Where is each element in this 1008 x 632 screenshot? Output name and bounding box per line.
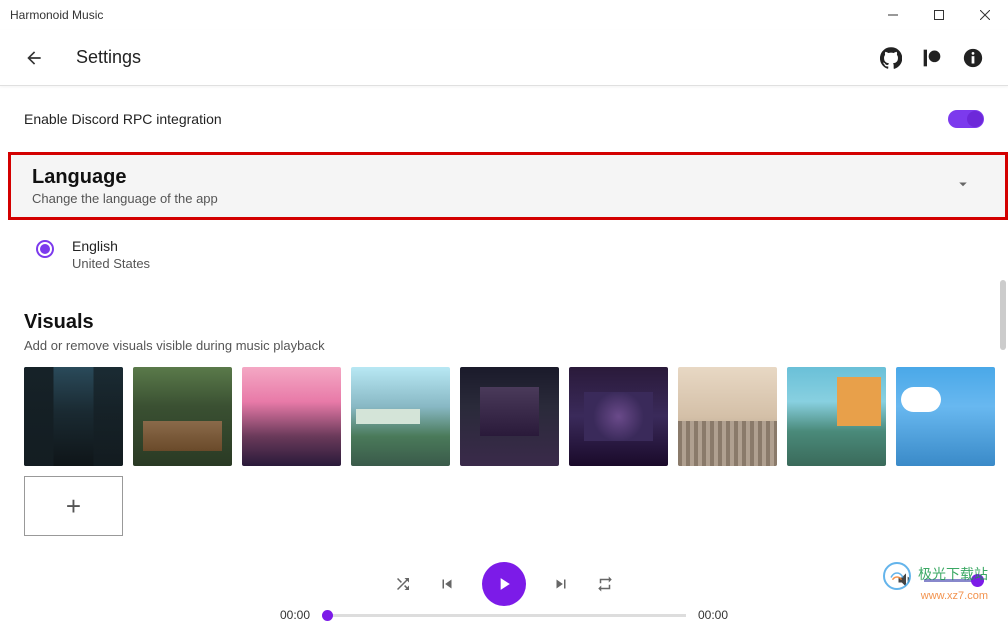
language-title: Language bbox=[32, 166, 218, 189]
close-button[interactable] bbox=[962, 0, 1008, 30]
progress-handle[interactable] bbox=[322, 610, 333, 621]
visuals-subtitle: Add or remove visuals visible during mus… bbox=[24, 338, 984, 353]
radio-selected-icon[interactable] bbox=[36, 240, 54, 258]
visuals-title: Visuals bbox=[24, 311, 984, 334]
content-area: Enable Discord RPC integration Language … bbox=[0, 86, 1008, 552]
visual-thumbnail[interactable] bbox=[351, 367, 450, 466]
visual-thumbnail[interactable] bbox=[460, 367, 559, 466]
repeat-button[interactable] bbox=[596, 575, 614, 593]
volume-control bbox=[896, 570, 984, 590]
visuals-thumbnails bbox=[24, 367, 984, 466]
language-section-header[interactable]: Language Change the language of the app bbox=[8, 152, 1008, 220]
volume-handle[interactable] bbox=[971, 574, 984, 587]
patreon-icon[interactable] bbox=[922, 48, 942, 68]
discord-rpc-label: Enable Discord RPC integration bbox=[24, 111, 222, 127]
back-button[interactable] bbox=[24, 48, 44, 68]
add-visual-button[interactable]: + bbox=[24, 476, 123, 536]
play-button[interactable] bbox=[482, 562, 526, 606]
minimize-button[interactable] bbox=[870, 0, 916, 30]
player-bar: 00:00 00:00 bbox=[0, 552, 1008, 632]
page-title: Settings bbox=[76, 47, 141, 68]
language-name: English bbox=[72, 238, 150, 254]
time-total: 00:00 bbox=[698, 608, 728, 622]
progress-bar[interactable] bbox=[322, 614, 686, 617]
visual-thumbnail[interactable] bbox=[787, 367, 886, 466]
chevron-down-icon[interactable] bbox=[954, 175, 972, 198]
previous-button[interactable] bbox=[438, 575, 456, 593]
next-button[interactable] bbox=[552, 575, 570, 593]
plus-icon: + bbox=[66, 491, 81, 522]
time-current: 00:00 bbox=[280, 608, 310, 622]
volume-bar[interactable] bbox=[924, 579, 984, 582]
visual-thumbnail[interactable] bbox=[133, 367, 232, 466]
language-subtitle: Change the language of the app bbox=[32, 191, 218, 206]
discord-rpc-toggle[interactable] bbox=[948, 110, 984, 128]
language-region: United States bbox=[72, 256, 150, 271]
language-option[interactable]: English United States bbox=[0, 220, 1008, 283]
info-icon[interactable] bbox=[962, 47, 984, 69]
visual-thumbnail[interactable] bbox=[242, 367, 341, 466]
shuffle-button[interactable] bbox=[394, 575, 412, 593]
volume-icon[interactable] bbox=[896, 570, 916, 590]
discord-rpc-row: Enable Discord RPC integration bbox=[0, 86, 1008, 140]
window-controls bbox=[870, 0, 1008, 30]
header: Settings bbox=[0, 30, 1008, 86]
visual-thumbnail[interactable] bbox=[569, 367, 668, 466]
visuals-section: Visuals Add or remove visuals visible du… bbox=[0, 283, 1008, 466]
titlebar: Harmonoid Music bbox=[0, 0, 1008, 30]
app-title: Harmonoid Music bbox=[10, 8, 103, 22]
scrollbar[interactable] bbox=[1000, 280, 1006, 350]
visual-thumbnail[interactable] bbox=[24, 367, 123, 466]
github-icon[interactable] bbox=[880, 47, 902, 69]
progress-row: 00:00 00:00 bbox=[280, 608, 728, 622]
visual-thumbnail[interactable] bbox=[896, 367, 995, 466]
visual-thumbnail[interactable] bbox=[678, 367, 777, 466]
maximize-button[interactable] bbox=[916, 0, 962, 30]
